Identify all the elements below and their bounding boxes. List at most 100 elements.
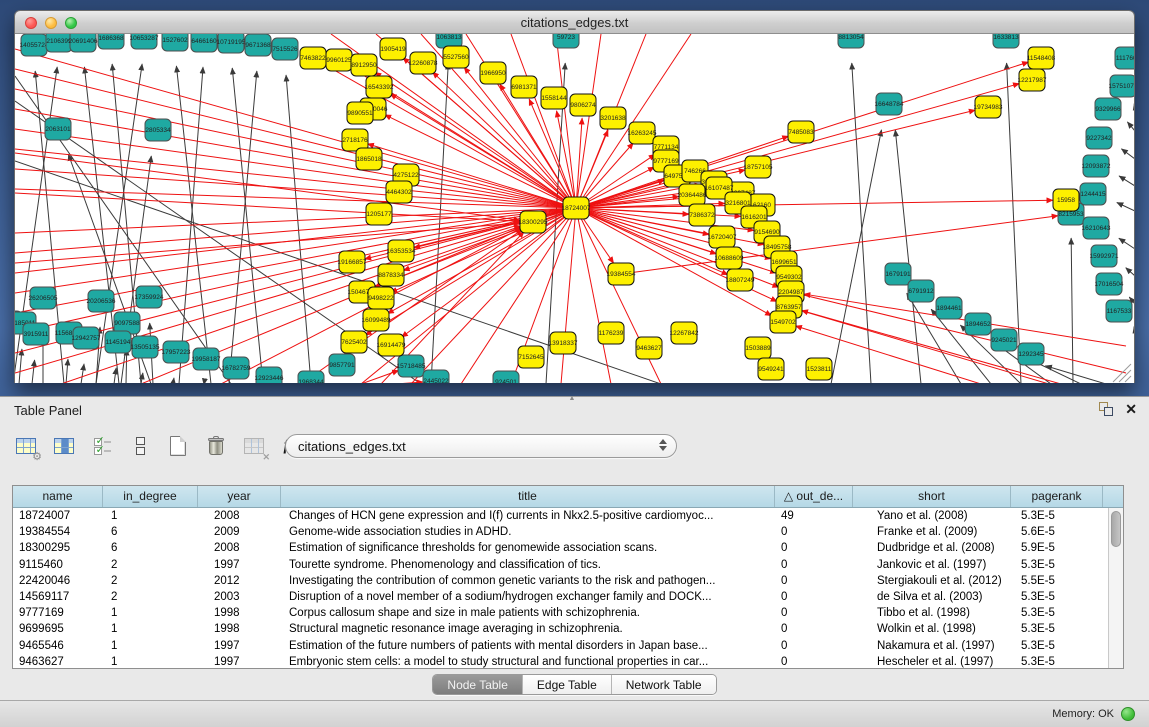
graph-node[interactable]: 7152645 <box>518 346 544 368</box>
graph-node[interactable]: 6466160 <box>191 34 217 52</box>
graph-node[interactable]: 12260878 <box>409 52 438 74</box>
graph-node[interactable]: 1205177 <box>366 203 392 225</box>
graph-node[interactable]: 2063101 <box>45 118 71 140</box>
graph-node[interactable]: 15718485 <box>397 355 426 377</box>
graph-node[interactable]: 1905419 <box>380 38 406 60</box>
graph-node[interactable]: 18757105 <box>744 156 773 178</box>
table-row[interactable]: 1872400712008Changes of HCN gene express… <box>13 508 1123 524</box>
graph-node[interactable]: 11548408 <box>1027 47 1056 69</box>
graph-node[interactable]: 1968344 <box>298 371 324 383</box>
graph-node[interactable]: 1292345 <box>1018 343 1044 365</box>
column-header-out_de[interactable]: △ out_de... <box>775 486 853 507</box>
graph-node[interactable]: 12093872 <box>1082 155 1111 177</box>
graph-node[interactable]: 1523811 <box>806 358 832 380</box>
graph-node[interactable]: 10719195 <box>217 34 246 53</box>
graph-node[interactable]: 7625402 <box>341 331 367 353</box>
graph-node[interactable]: 16782759 <box>222 357 251 379</box>
graph-node[interactable]: 14055724 <box>20 34 49 56</box>
citation-network-graph[interactable]: 1405572421063992069140616863681065328715… <box>15 34 1134 383</box>
graph-node[interactable]: 16099489 <box>362 309 391 331</box>
column-header-name[interactable]: name <box>13 486 103 507</box>
graph-node[interactable]: 1894652 <box>965 313 991 335</box>
graph-node[interactable]: 1894461 <box>936 297 962 319</box>
graph-node[interactable]: 7463822 <box>300 47 326 69</box>
graph-node[interactable]: 4464302 <box>386 181 412 203</box>
graph-node[interactable]: 7386372 <box>689 204 715 226</box>
graph-node[interactable]: 1679191 <box>885 263 911 285</box>
graph-node[interactable]: 2445022 <box>423 370 449 383</box>
graph-node[interactable]: 8878334 <box>378 264 404 286</box>
delete-table-icon[interactable]: ✕ <box>242 434 266 458</box>
graph-node[interactable]: 9498222 <box>368 287 394 309</box>
graph-node[interactable]: 1527602 <box>162 34 188 51</box>
delete-column-icon[interactable] <box>204 434 228 458</box>
graph-node[interactable]: 8813054 <box>838 34 864 48</box>
graph-node[interactable]: 13505135 <box>131 336 160 358</box>
graph-node[interactable]: 12923446 <box>255 367 284 383</box>
table-row[interactable]: 977716911998Corpus callosum shape and si… <box>13 605 1123 621</box>
graph-node[interactable]: 16263245 <box>628 122 657 144</box>
graph-node[interactable]: 18807249 <box>726 269 755 291</box>
graph-node[interactable]: 9890551 <box>347 102 373 124</box>
graph-node[interactable]: 6981371 <box>511 76 537 98</box>
graph-node[interactable]: 9245021 <box>991 329 1017 351</box>
graph-node[interactable]: 2805334 <box>145 119 171 141</box>
table-row[interactable]: 946362711997Embryonic stem cells: a mode… <box>13 654 1123 670</box>
table-row[interactable]: 1938455462009Genome-wide association stu… <box>13 524 1123 540</box>
graph-node[interactable]: 17016504 <box>1095 273 1124 295</box>
graph-node[interactable]: 59723 <box>553 34 579 48</box>
float-panel-icon[interactable] <box>1099 402 1113 416</box>
graph-node[interactable]: 6791912 <box>908 280 934 302</box>
table-scrollbar[interactable] <box>1108 508 1123 668</box>
graph-node[interactable]: 20364486 <box>678 184 707 206</box>
graph-node[interactable]: 20691406 <box>69 34 98 52</box>
graph-node[interactable]: 20206536 <box>87 290 116 312</box>
graph-node[interactable]: 16543392 <box>365 76 394 98</box>
table-row[interactable]: 911546021997Tourette syndrome. Phenomeno… <box>13 557 1123 573</box>
graph-node[interactable]: 7515526 <box>272 38 298 60</box>
graph-node[interactable]: 19166857 <box>338 251 367 273</box>
graph-node[interactable]: 9463627 <box>636 337 662 359</box>
window-titlebar[interactable]: citations_edges.txt <box>15 11 1134 34</box>
table-row[interactable]: 946554611997Estimation of the future num… <box>13 638 1123 654</box>
graph-node[interactable]: 17957223 <box>162 341 191 363</box>
tab-network-table[interactable]: Network Table <box>612 675 716 694</box>
graph-node[interactable]: 9671368 <box>245 34 271 56</box>
graph-node[interactable]: 1167533 <box>1106 300 1132 322</box>
graph-node[interactable]: 1117604 <box>1115 47 1134 69</box>
graph-node[interactable]: 17359924 <box>135 286 164 308</box>
graph-node[interactable]: 8912950 <box>351 54 377 76</box>
graph-node[interactable]: 924501 <box>493 371 519 383</box>
graph-node[interactable]: 7485083 <box>788 121 814 143</box>
graph-node[interactable]: 9227342 <box>1086 127 1112 149</box>
graph-node[interactable]: 9549241 <box>758 358 784 380</box>
graph-node[interactable]: 19734983 <box>974 96 1003 118</box>
column-header-pagerank[interactable]: pagerank <box>1011 486 1103 507</box>
graph-node[interactable]: 18724007 <box>562 197 591 219</box>
graph-node[interactable]: 16210643 <box>1082 217 1111 239</box>
tab-node-table[interactable]: Node Table <box>433 675 523 694</box>
graph-node[interactable]: 1503889 <box>745 337 771 359</box>
close-panel-icon[interactable]: ✕ <box>1125 402 1137 416</box>
graph-node[interactable]: 26206505 <box>29 287 58 309</box>
table-row[interactable]: 1830029562008Estimation of significance … <box>13 540 1123 556</box>
graph-node[interactable]: 16720407 <box>708 226 737 248</box>
graph-node[interactable]: 3915911 <box>23 323 49 345</box>
graph-node[interactable]: 9329966 <box>1095 98 1121 120</box>
table-row[interactable]: 969969511998Structural magnetic resonanc… <box>13 621 1123 637</box>
table-mode-icon[interactable]: ⚙ <box>14 434 38 458</box>
graph-node[interactable]: 10688609 <box>715 247 744 269</box>
graph-node[interactable]: 16648784 <box>875 93 904 115</box>
graph-node[interactable]: 5527560 <box>443 46 469 68</box>
graph-node[interactable]: 12217987 <box>1018 69 1047 91</box>
graph-node[interactable]: 9960125 <box>326 49 352 71</box>
table-row[interactable]: 2242004622012Investigating the contribut… <box>13 573 1123 589</box>
graph-node[interactable]: 9806274 <box>570 94 596 116</box>
graph-node[interactable]: 19384554 <box>607 263 636 285</box>
row-height-icon[interactable] <box>128 434 152 458</box>
column-select-icon[interactable] <box>52 434 76 458</box>
graph-node[interactable]: 1633813 <box>993 34 1019 48</box>
graph-node[interactable]: 1145194 <box>105 331 131 353</box>
network-canvas[interactable]: 1405572421063992069140616863681065328715… <box>15 34 1134 383</box>
graph-node[interactable]: 1686368 <box>98 34 124 49</box>
